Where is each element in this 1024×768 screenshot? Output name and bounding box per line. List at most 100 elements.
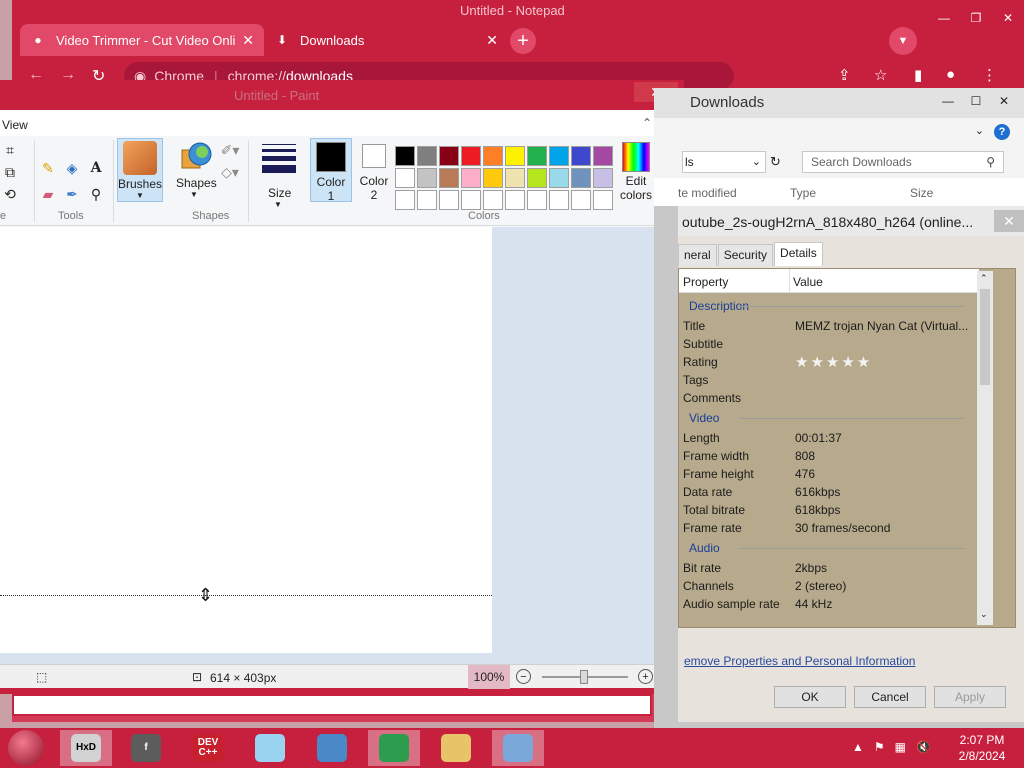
header-property[interactable]: Property <box>683 275 728 289</box>
share-icon[interactable]: ⇪ <box>838 66 851 84</box>
palette-swatch[interactable] <box>549 190 569 210</box>
close-icon[interactable]: ✕ <box>242 32 254 49</box>
edit-colors-button[interactable]: Edit colors <box>618 140 654 202</box>
zoom-in-icon[interactable]: + <box>638 669 653 684</box>
search-input[interactable]: Search Downloads ⚲ <box>802 151 1004 173</box>
palette-swatch[interactable] <box>483 146 503 166</box>
palette-swatch[interactable] <box>439 190 459 210</box>
rating-stars-icon[interactable]: ★★★★★ <box>795 353 872 371</box>
shapes-icon[interactable] <box>180 140 212 172</box>
palette-swatch[interactable] <box>505 146 525 166</box>
details-row[interactable]: Channels 2 (stereo) <box>679 577 975 595</box>
details-row[interactable]: Audio sample rate 44 kHz <box>679 595 975 613</box>
control-panel-app-button[interactable] <box>306 730 358 766</box>
pencil-icon[interactable]: ✎ <box>38 158 58 178</box>
close-icon[interactable]: ✕ <box>486 32 498 49</box>
palette-swatch[interactable] <box>439 146 459 166</box>
text-tool-icon[interactable]: A <box>86 158 106 178</box>
palette-swatch[interactable] <box>571 190 591 210</box>
scrollbar-thumb[interactable] <box>980 289 990 385</box>
tab-details[interactable]: Details <box>774 242 823 266</box>
details-row[interactable]: Subtitle <box>679 335 975 353</box>
crop-icon[interactable]: ⌗ <box>0 140 20 160</box>
details-row[interactable]: Tags <box>679 371 975 389</box>
rotate-icon[interactable]: ⟲ <box>0 184 20 204</box>
explorer-app-button[interactable] <box>430 730 482 766</box>
tab-view[interactable]: View <box>2 118 28 132</box>
flash-app-button[interactable]: f <box>120 730 172 766</box>
details-row[interactable]: Comments <box>679 389 975 407</box>
close-icon[interactable]: ✕ <box>990 90 1018 112</box>
outline-icon[interactable]: ✐▾ <box>220 140 240 160</box>
palette-swatch[interactable] <box>417 168 437 188</box>
zoom-slider-thumb[interactable] <box>580 670 588 684</box>
palette-swatch[interactable] <box>461 146 481 166</box>
palette-swatch[interactable] <box>571 168 591 188</box>
fill-icon[interactable]: ◇▾ <box>220 162 240 182</box>
devcpp-app-button[interactable]: DEV C++ <box>182 730 234 766</box>
details-row[interactable]: Title MEMZ trojan Nyan Cat (Virtual... <box>679 317 975 335</box>
chevron-down-icon[interactable]: ⌄ <box>975 124 984 137</box>
restore-icon[interactable]: ❐ <box>960 8 992 28</box>
magnifier-icon[interactable]: ⚲ <box>86 184 106 204</box>
help-icon[interactable]: ? <box>994 124 1010 140</box>
palette-swatch[interactable] <box>549 168 569 188</box>
palette-swatch[interactable] <box>395 190 415 210</box>
details-row[interactable]: Frame height 476 <box>679 465 975 483</box>
details-row[interactable]: Data rate 616kbps <box>679 483 975 501</box>
drawing-canvas[interactable] <box>0 227 492 653</box>
palette-swatch[interactable] <box>527 190 547 210</box>
paint-app-button[interactable] <box>492 730 544 766</box>
details-row[interactable]: Rating ★★★★★ <box>679 353 975 371</box>
hxd-app-button[interactable]: HxD <box>60 730 112 766</box>
details-row[interactable]: Bit rate 2kbps <box>679 559 975 577</box>
palette-swatch[interactable] <box>483 190 503 210</box>
bookmark-star-icon[interactable]: ☆ <box>874 66 887 84</box>
palette-swatch[interactable] <box>571 146 591 166</box>
palette-swatch[interactable] <box>461 168 481 188</box>
start-button[interactable] <box>8 730 44 766</box>
color1-button[interactable]: Color 1 <box>310 138 352 203</box>
action-center-flag-icon[interactable]: ⚑ <box>874 740 885 754</box>
palette-swatch[interactable] <box>417 190 437 210</box>
scroll-down-icon[interactable]: ⌄ <box>980 609 988 620</box>
details-scrollbar[interactable]: ⌃ ⌄ <box>977 271 993 625</box>
tab-video-trimmer[interactable]: ● Video Trimmer - Cut Video Onlin ✕ <box>20 24 264 56</box>
palette-swatch[interactable] <box>527 146 547 166</box>
apply-button[interactable]: Apply <box>934 686 1006 708</box>
tray-expand-icon[interactable]: ▲ <box>852 740 864 754</box>
palette-swatch[interactable] <box>461 190 481 210</box>
palette-swatch[interactable] <box>505 190 525 210</box>
tab-search-icon[interactable]: ▼ <box>889 27 917 55</box>
volume-muted-icon[interactable]: 🔇 <box>916 740 931 754</box>
taskbar-clock[interactable]: 2:07 PM 2/8/2024 <box>950 732 1014 764</box>
details-row[interactable]: Length 00:01:37 <box>679 429 975 447</box>
close-icon[interactable]: ✕ <box>994 210 1024 232</box>
resize-icon[interactable]: ⧉ <box>0 162 20 182</box>
new-tab-button[interactable]: + <box>510 28 536 54</box>
tab-general[interactable]: neral <box>678 244 717 266</box>
column-type[interactable]: Type <box>790 186 816 200</box>
zoom-out-icon[interactable]: − <box>516 669 531 684</box>
fill-bucket-icon[interactable]: ◈ <box>62 158 82 178</box>
shapes-label[interactable]: Shapes <box>176 176 217 190</box>
size-label[interactable]: Size <box>268 186 291 200</box>
details-row[interactable]: Frame width 808 <box>679 447 975 465</box>
palette-swatch[interactable] <box>593 168 613 188</box>
brushes-button[interactable]: Brushes ▼ <box>117 138 163 202</box>
tab-security[interactable]: Security <box>717 244 774 266</box>
palette-swatch[interactable] <box>593 146 613 166</box>
minimize-icon[interactable]: — <box>934 90 962 112</box>
eraser-icon[interactable]: ▰ <box>38 184 58 204</box>
scroll-up-icon[interactable]: ⌃ <box>980 273 988 284</box>
close-icon[interactable]: ✕ <box>992 8 1024 28</box>
palette-swatch[interactable] <box>505 168 525 188</box>
profile-avatar-icon[interactable]: ● <box>946 66 955 83</box>
color-picker-icon[interactable]: ✒ <box>62 184 82 204</box>
remove-properties-link[interactable]: emove Properties and Personal Informatio… <box>684 654 915 668</box>
ok-button[interactable]: OK <box>774 686 846 708</box>
palette-swatch[interactable] <box>395 168 415 188</box>
side-panel-icon[interactable]: ▮ <box>914 66 922 84</box>
breadcrumb[interactable]: ls ⌄ <box>682 151 766 173</box>
column-date-modified[interactable]: te modified <box>678 186 737 200</box>
